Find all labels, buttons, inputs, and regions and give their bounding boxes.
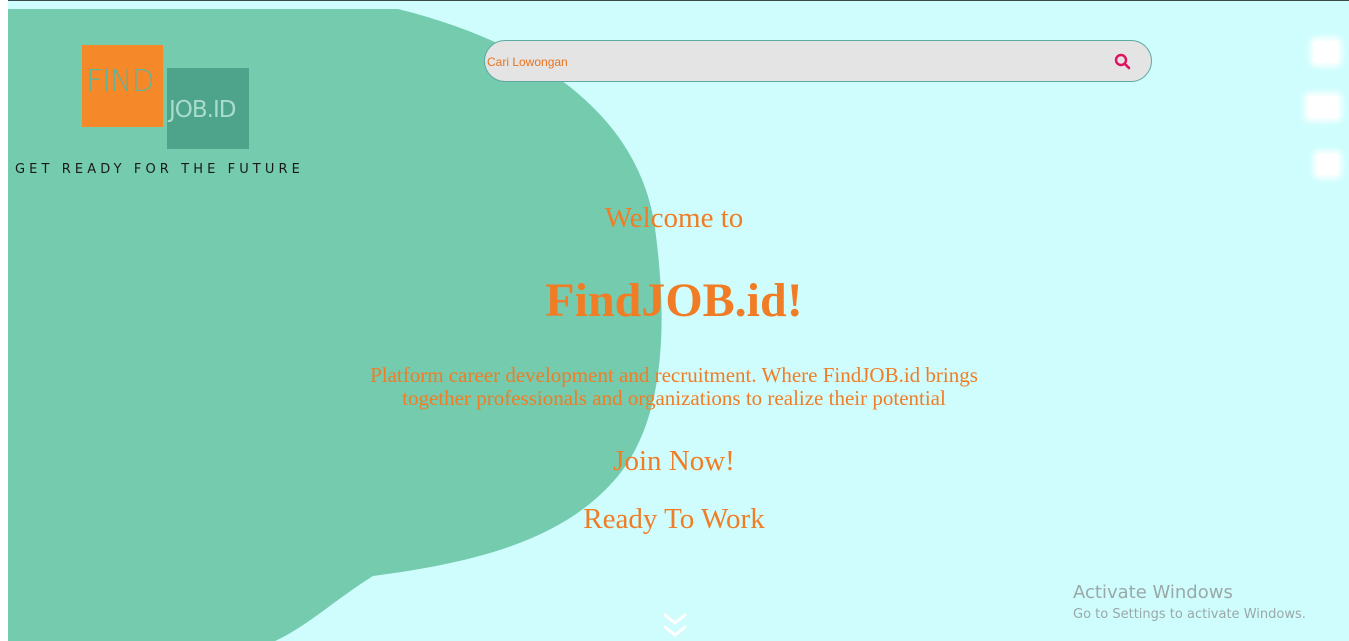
logo-find-block: FIND — [82, 45, 163, 127]
chevron-double-down-icon[interactable] — [662, 612, 688, 641]
search-bar — [484, 40, 1152, 82]
social-icon[interactable] — [1308, 96, 1338, 118]
brand-title: FindJOB.id! — [545, 274, 803, 327]
landing-page: FIND JOB.ID GET READY FOR THE FUTURE Wel… — [8, 0, 1349, 641]
activate-windows-watermark: Activate Windows Go to Settings to activ… — [1073, 582, 1306, 626]
join-now-link[interactable]: Join Now! — [274, 445, 1074, 478]
social-icon[interactable] — [1314, 41, 1338, 63]
ready-to-work-link[interactable]: Ready To Work — [274, 503, 1074, 536]
search-icon[interactable] — [1113, 52, 1133, 72]
social-icon[interactable] — [1317, 154, 1338, 175]
search-input[interactable] — [487, 51, 1087, 73]
logo-job-block: JOB.ID — [167, 68, 249, 149]
activate-windows-title: Activate Windows — [1073, 582, 1233, 603]
activate-windows-subtitle: Go to Settings to activate Windows. — [1073, 607, 1306, 622]
logo-tagline: GET READY FOR THE FUTURE — [15, 162, 304, 177]
platform-description: Platform career development and recruitm… — [370, 363, 978, 410]
welcome-heading: Welcome to — [604, 202, 744, 234]
findjob-logo[interactable]: FIND JOB.ID GET READY FOR THE FUTURE — [8, 1, 348, 201]
